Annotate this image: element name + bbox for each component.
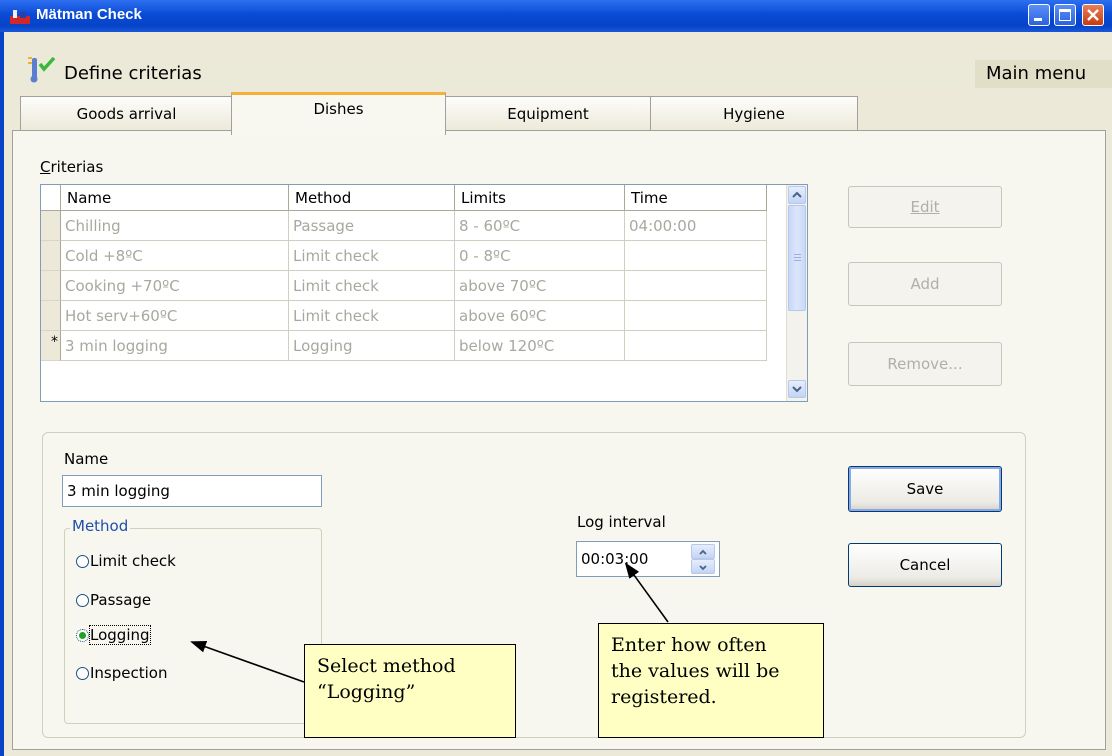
page-title: Define criterias [64,63,202,84]
grid-corner [41,185,61,211]
column-header-method[interactable]: Method [289,185,455,211]
define-criterias-icon [28,56,56,83]
column-header-limits[interactable]: Limits [455,185,625,211]
column-header-time[interactable]: Time [625,185,767,211]
cell-name: Chilling [61,211,289,241]
radio-limit-check[interactable]: Limit check [76,552,176,570]
chevron-down-icon [792,386,802,393]
radio-circle[interactable] [76,555,89,568]
chevron-up-icon [699,549,707,555]
tab-hygiene[interactable]: Hygiene [650,96,858,131]
radio-passage[interactable]: Passage [76,591,151,609]
log-interval-field[interactable]: 00:03:00 [576,541,720,577]
add-button-label: Add [910,275,940,293]
tab-goods-arrival[interactable]: Goods arrival [20,96,233,131]
table-row[interactable]: Hot serv+60ºC Limit check above 60ºC [41,301,767,331]
close-icon [1087,9,1099,21]
scroll-up-button[interactable] [788,186,806,204]
log-interval-value: 00:03:00 [581,550,649,568]
app-icon [10,10,30,24]
minimize-button[interactable] [1028,4,1050,26]
cell-time [625,271,767,301]
callout-line: registered. [611,686,717,708]
row-selector[interactable] [41,211,61,241]
title-bar[interactable]: Mätman Check [0,0,1112,32]
save-button[interactable]: Save [848,466,1002,512]
callout-line: “Logging” [317,681,416,703]
cell-name: Cold +8ºC [61,241,289,271]
scroll-down-button[interactable] [788,380,806,398]
method-callout: Select method “Logging” [304,644,516,738]
radio-circle-selected[interactable] [76,629,89,642]
cell-method: Limit check [289,301,455,331]
radio-dot [79,632,86,639]
cell-method: Limit check [289,241,455,271]
interval-callout: Enter how often the values will be regis… [598,623,824,738]
cell-limits: above 70ºC [455,271,625,301]
cell-limits: below 120ºC [455,331,625,361]
cell-name: Hot serv+60ºC [61,301,289,331]
window-title: Mätman Check [36,6,142,23]
tab-dishes[interactable]: Dishes [231,92,446,135]
edit-button-label: Edit [910,198,940,216]
callout-line: Select method [317,655,456,677]
column-header-name[interactable]: Name [61,185,289,211]
table-row[interactable]: * 3 min logging Logging below 120ºC [41,331,767,361]
method-group-label: Method [70,517,131,535]
cell-method: Passage [289,211,455,241]
cancel-button-label: Cancel [899,556,951,574]
cell-name: Cooking +70ºC [61,271,289,301]
radio-logging[interactable]: Logging [76,625,151,645]
cell-time [625,301,767,331]
row-selector[interactable]: * [41,331,61,361]
callout-line: Enter how often [611,634,767,656]
remove-button-label: Remove... [887,355,963,373]
tab-equipment[interactable]: Equipment [444,96,652,131]
radio-label: Limit check [90,552,176,570]
chevron-down-icon [699,565,707,571]
cell-time [625,241,767,271]
cell-name: 3 min logging [61,331,289,361]
close-button[interactable] [1082,4,1104,26]
cell-method: Limit check [289,271,455,301]
spin-up-button[interactable] [691,544,715,559]
radio-label: Inspection [90,664,168,682]
row-selector[interactable] [41,271,61,301]
edit-button[interactable]: Edit [848,186,1002,228]
radio-label: Passage [90,591,152,609]
log-interval-label: Log interval [577,513,666,531]
criterias-label-rest: riterias [50,158,104,176]
spin-down-button[interactable] [691,559,715,574]
criterias-grid[interactable]: Name Method Limits Time Chilling Passage… [40,184,808,402]
save-button-label: Save [906,480,944,498]
table-row[interactable]: Chilling Passage 8 - 60ºC 04:00:00 [41,211,767,241]
table-row[interactable]: Cooking +70ºC Limit check above 70ºC [41,271,767,301]
cell-limits: above 60ºC [455,301,625,331]
grid-scrollbar[interactable] [786,185,807,401]
cell-method: Logging [289,331,455,361]
criterias-label: Criterias [40,158,104,176]
cancel-button[interactable]: Cancel [848,543,1002,587]
table-row[interactable]: Cold +8ºC Limit check 0 - 8ºC [41,241,767,271]
radio-label: Logging [89,625,151,645]
main-menu-link[interactable]: Main menu [986,63,1086,84]
radio-inspection[interactable]: Inspection [76,664,167,682]
header-strip [10,38,1112,58]
scroll-thumb[interactable] [788,205,806,311]
maximize-button[interactable] [1054,4,1076,26]
callout-line: the values will be [611,660,780,682]
cell-limits: 8 - 60ºC [455,211,625,241]
cell-time: 04:00:00 [625,211,767,241]
radio-circle[interactable] [76,594,89,607]
cell-time [625,331,767,361]
chevron-up-icon [792,191,802,198]
radio-circle[interactable] [76,667,89,680]
name-input[interactable] [62,475,322,507]
cell-limits: 0 - 8ºC [455,241,625,271]
row-selector[interactable] [41,241,61,271]
name-label: Name [64,450,109,468]
remove-button[interactable]: Remove... [848,342,1002,386]
row-selector[interactable] [41,301,61,331]
add-button[interactable]: Add [848,262,1002,306]
